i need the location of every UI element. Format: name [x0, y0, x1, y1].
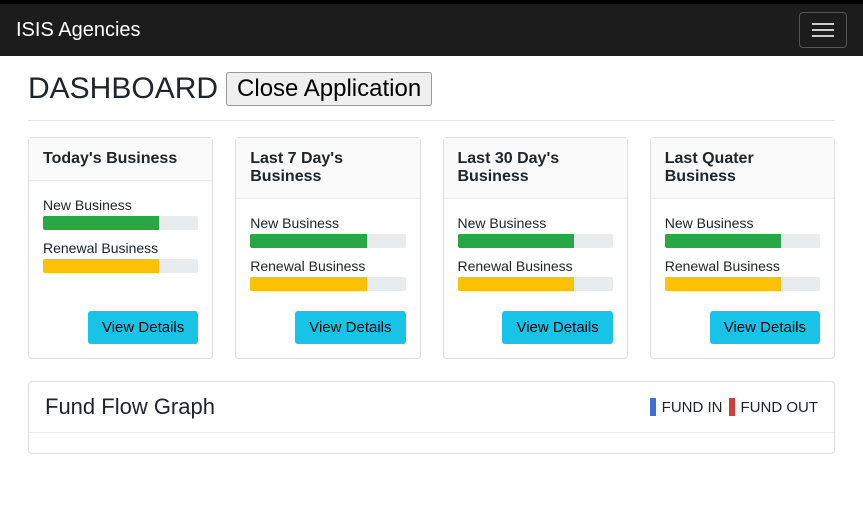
navbar-brand[interactable]: ISIS Agencies: [16, 19, 141, 42]
new-business-bar: [458, 234, 574, 248]
card-body: New Business Renewal Business View Details: [29, 181, 212, 358]
legend-label-fund-in: FUND IN: [662, 399, 723, 416]
card-footer: View Details: [250, 297, 405, 344]
view-details-button[interactable]: View Details: [88, 311, 198, 344]
page-title: DASHBOARD: [28, 72, 218, 106]
card-title: Last Quater Business: [651, 138, 834, 199]
summary-card: Last 7 Day's Business New Business Renewal…: [235, 137, 420, 359]
summary-card: Today's Business New Business Renewal Busi…: [28, 137, 213, 359]
summary-card: Last 30 Day's Business New Business Renewa…: [443, 137, 628, 359]
new-business-progress: [250, 234, 405, 248]
menu-toggle-button[interactable]: [799, 12, 847, 48]
renewal-business-bar: [665, 277, 781, 291]
renewal-business-progress: [250, 277, 405, 291]
hamburger-icon: [812, 23, 834, 25]
renewal-business-progress: [43, 259, 198, 273]
new-business-progress: [43, 216, 198, 230]
new-business-bar: [43, 216, 159, 230]
card-footer: View Details: [458, 297, 613, 344]
fund-flow-chart-area: [29, 433, 834, 453]
renewal-business-label: Renewal Business: [250, 258, 405, 274]
card-footer: View Details: [665, 297, 820, 344]
view-details-button[interactable]: View Details: [502, 311, 612, 344]
summary-cards-row: Today's Business New Business Renewal Busi…: [28, 137, 835, 359]
summary-card: Last Quater Business New Business Renewal …: [650, 137, 835, 359]
renewal-business-label: Renewal Business: [43, 240, 198, 256]
new-business-label: New Business: [250, 215, 405, 231]
card-title: Today's Business: [29, 138, 212, 181]
legend-label-fund-out: FUND OUT: [741, 399, 819, 416]
new-business-label: New Business: [665, 215, 820, 231]
new-business-bar: [250, 234, 366, 248]
new-business-label: New Business: [43, 197, 198, 213]
card-title: Last 7 Day's Business: [236, 138, 419, 199]
renewal-business-label: Renewal Business: [665, 258, 820, 274]
card-footer: View Details: [43, 297, 198, 344]
legend-swatch-fund-in: [650, 398, 656, 416]
close-application-button[interactable]: Close Application: [226, 72, 432, 106]
card-body: New Business Renewal Business View Details: [444, 199, 627, 358]
new-business-progress: [458, 234, 613, 248]
renewal-business-progress: [458, 277, 613, 291]
main-container: DASHBOARD Close Application Today's Busi…: [0, 56, 863, 470]
renewal-business-progress: [665, 277, 820, 291]
view-details-button[interactable]: View Details: [710, 311, 820, 344]
navbar: ISIS Agencies: [0, 0, 863, 56]
fund-flow-card: Fund Flow Graph FUND IN FUND OUT: [28, 381, 835, 454]
renewal-business-bar: [250, 277, 366, 291]
new-business-label: New Business: [458, 215, 613, 231]
new-business-bar: [665, 234, 781, 248]
renewal-business-bar: [43, 259, 159, 273]
legend-swatch-fund-out: [729, 398, 735, 416]
card-body: New Business Renewal Business View Details: [651, 199, 834, 358]
renewal-business-bar: [458, 277, 574, 291]
view-details-button[interactable]: View Details: [295, 311, 405, 344]
page-header: DASHBOARD Close Application: [28, 72, 835, 121]
card-title: Last 30 Day's Business: [444, 138, 627, 199]
fund-flow-legend: FUND IN FUND OUT: [650, 398, 818, 416]
fund-flow-title: Fund Flow Graph: [45, 394, 215, 420]
renewal-business-label: Renewal Business: [458, 258, 613, 274]
fund-flow-header: Fund Flow Graph FUND IN FUND OUT: [29, 382, 834, 433]
new-business-progress: [665, 234, 820, 248]
card-body: New Business Renewal Business View Details: [236, 199, 419, 358]
